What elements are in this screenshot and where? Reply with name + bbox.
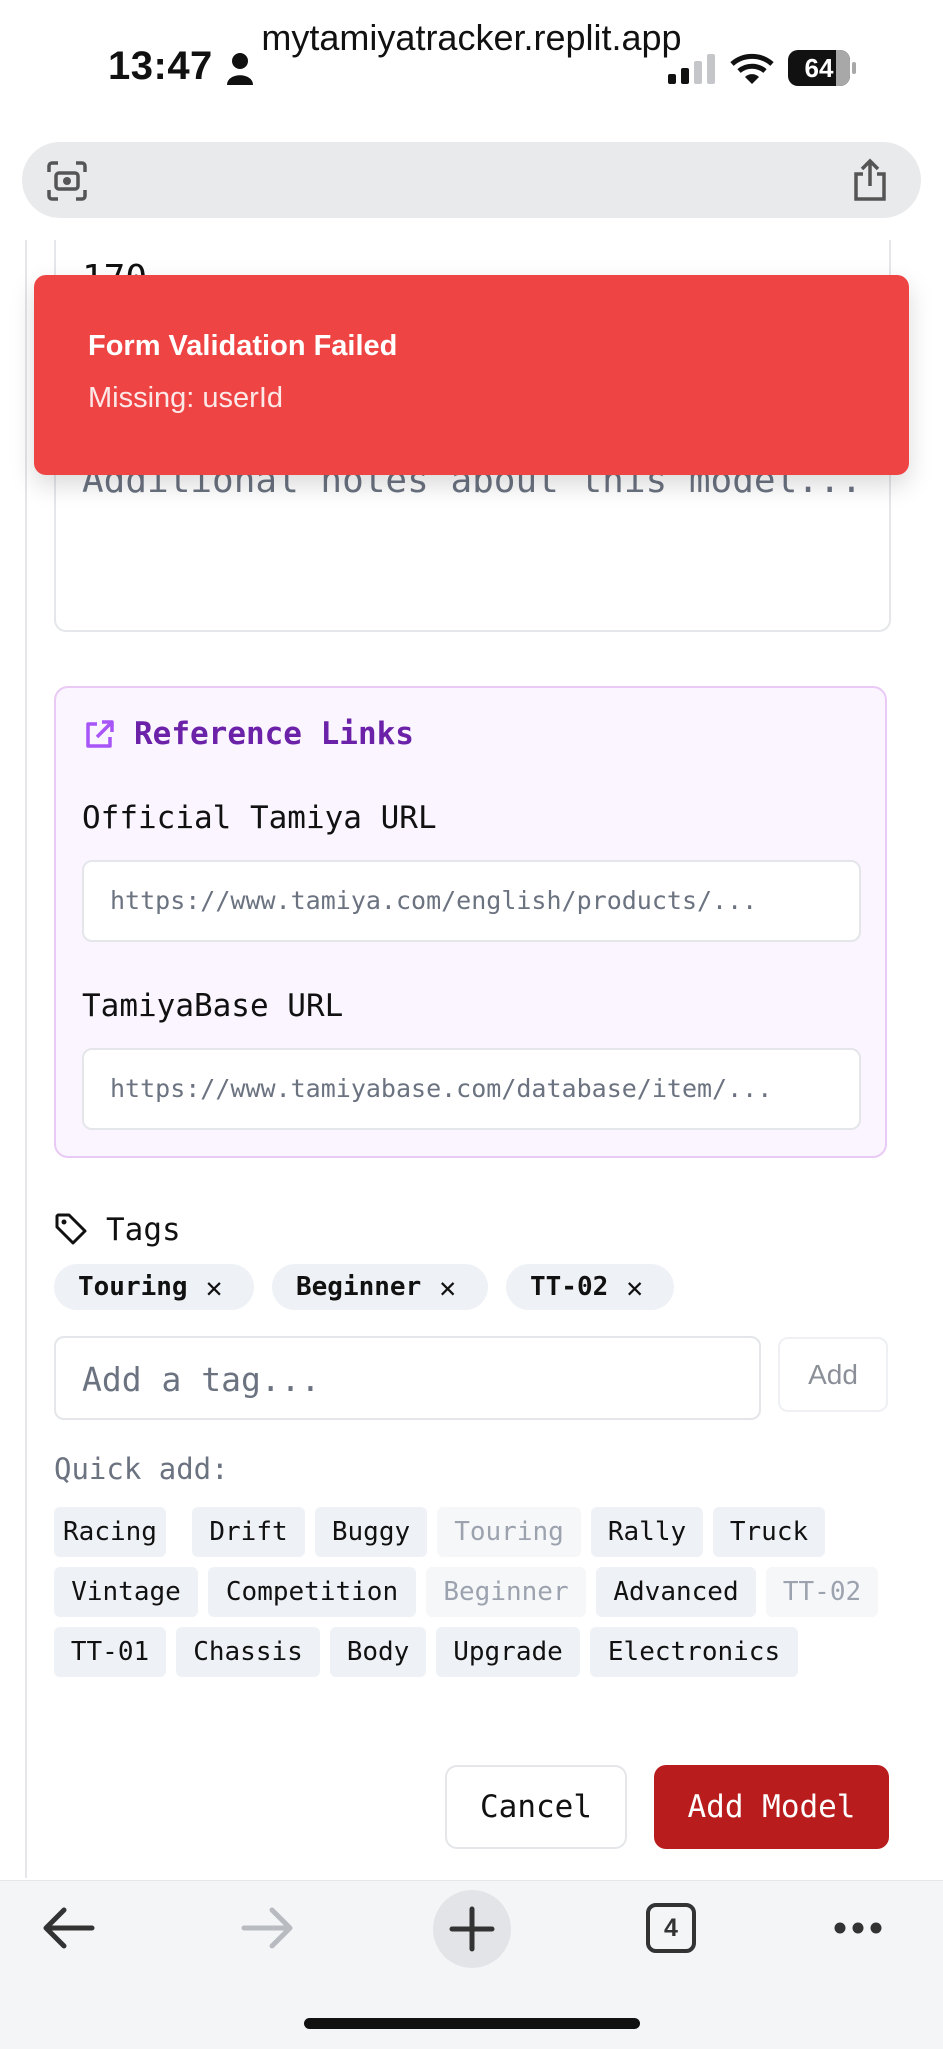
quick-add-tag[interactable]: Beginner xyxy=(426,1567,586,1617)
tag-chip-label: Touring xyxy=(78,1272,188,1302)
toast-message: Missing: userId xyxy=(88,382,284,414)
quick-add-tag[interactable]: Racing xyxy=(54,1507,166,1557)
cancel-button[interactable]: Cancel xyxy=(445,1765,627,1849)
reference-links-title: Reference Links xyxy=(134,716,414,752)
quick-add-tag[interactable]: Upgrade xyxy=(436,1627,580,1677)
official-url-label: Official Tamiya URL xyxy=(82,800,437,836)
add-model-button[interactable]: Add Model xyxy=(654,1765,889,1849)
remove-tag-icon[interactable]: ✕ xyxy=(626,1271,643,1304)
tag-input-placeholder: Add a tag... xyxy=(82,1360,321,1399)
tags-title: Tags xyxy=(106,1212,181,1248)
home-indicator xyxy=(304,2018,640,2029)
quick-add-tag[interactable]: Drift xyxy=(192,1507,305,1557)
validation-error-toast[interactable] xyxy=(34,275,909,475)
remove-tag-icon[interactable]: ✕ xyxy=(439,1271,456,1304)
address-bar[interactable] xyxy=(22,142,921,218)
tag-icon xyxy=(55,1213,87,1245)
back-arrow-icon[interactable] xyxy=(40,1904,96,1952)
quick-add-tag[interactable]: Electronics xyxy=(590,1627,798,1677)
tamiyabase-url-label: TamiyaBase URL xyxy=(82,988,344,1024)
quick-add-tag[interactable]: Buggy xyxy=(315,1507,427,1557)
selected-tag-chip: TT-02 ✕ xyxy=(506,1264,674,1310)
tabs-button[interactable]: 4 xyxy=(646,1903,696,1953)
more-options-icon[interactable] xyxy=(832,1918,884,1938)
toast-title: Form Validation Failed xyxy=(88,330,398,362)
tag-chip-label: TT-02 xyxy=(530,1272,609,1302)
quick-add-tag[interactable]: TT-01 xyxy=(54,1627,166,1677)
quick-add-tag[interactable]: Body xyxy=(330,1627,426,1677)
quick-add-tag[interactable]: Chassis xyxy=(176,1627,320,1677)
share-icon[interactable] xyxy=(850,158,890,202)
page-scan-icon[interactable] xyxy=(46,160,88,202)
quick-add-tag[interactable]: Vintage xyxy=(54,1567,198,1617)
add-tag-button[interactable]: Add xyxy=(778,1337,888,1412)
quick-add-tag[interactable]: Advanced xyxy=(596,1567,756,1617)
plus-icon xyxy=(449,1906,495,1952)
remove-tag-icon[interactable]: ✕ xyxy=(206,1271,223,1304)
official-url-placeholder: https://www.tamiya.com/english/products/… xyxy=(110,886,758,915)
quick-add-tag[interactable]: Rally xyxy=(591,1507,703,1557)
quick-add-tag[interactable]: Truck xyxy=(713,1507,825,1557)
tab-count: 4 xyxy=(664,1913,678,1942)
selected-tag-chip: Beginner ✕ xyxy=(272,1264,488,1310)
url-text[interactable]: mytamiyatracker.replit.app xyxy=(0,0,943,76)
new-tab-button[interactable] xyxy=(433,1890,511,1968)
quick-add-tag[interactable]: Touring xyxy=(437,1507,581,1557)
quick-add-tag[interactable]: Competition xyxy=(208,1567,416,1617)
tag-chip-label: Beginner xyxy=(296,1272,422,1302)
quick-add-label: Quick add: xyxy=(54,1452,229,1486)
tamiyabase-url-placeholder: https://www.tamiyabase.com/database/item… xyxy=(110,1074,773,1103)
selected-tag-chip: Touring ✕ xyxy=(54,1264,254,1310)
external-link-icon xyxy=(86,720,114,748)
forward-arrow-icon[interactable] xyxy=(240,1904,296,1952)
quick-add-tag[interactable]: TT-02 xyxy=(766,1567,878,1617)
